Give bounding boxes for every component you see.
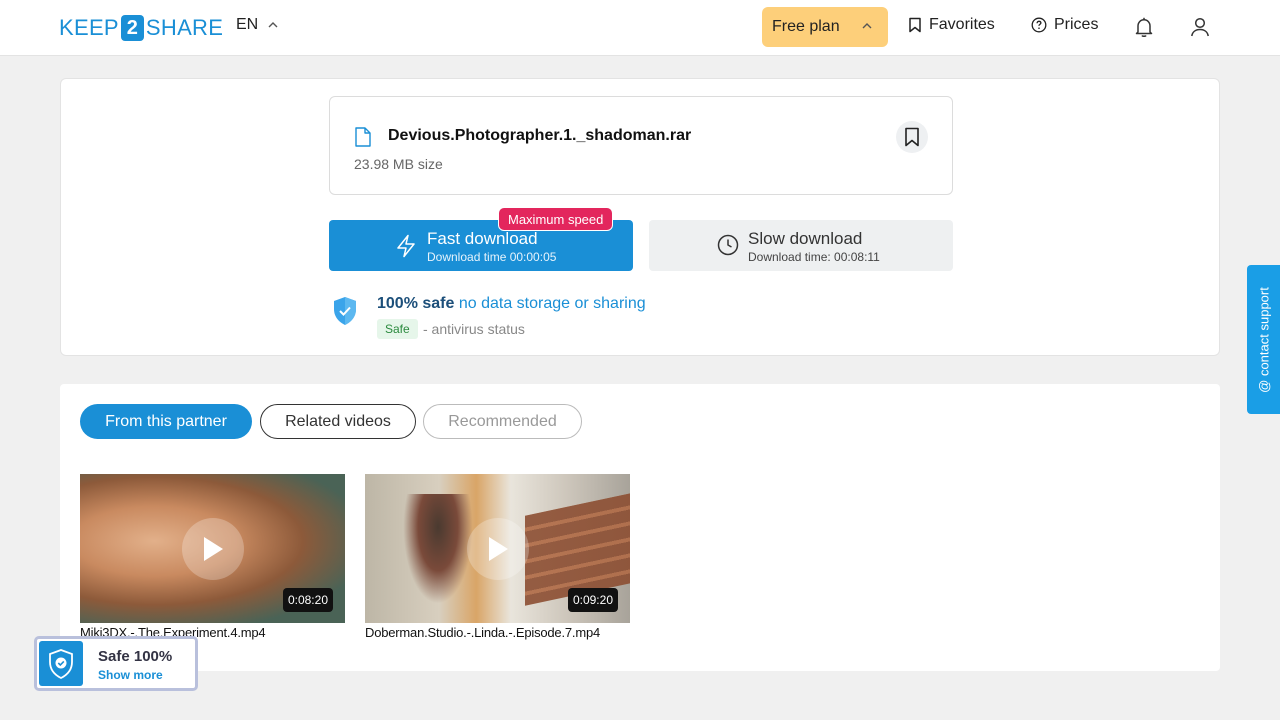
contact-support-label: @ contact support bbox=[1256, 286, 1271, 393]
video-thumbnail[interactable]: 0:08:20 bbox=[80, 474, 345, 623]
user-icon[interactable] bbox=[1188, 15, 1212, 39]
prices-link[interactable]: Prices bbox=[1031, 16, 1098, 34]
video-thumbnail[interactable]: 0:09:20 bbox=[365, 474, 630, 623]
tab-related-videos[interactable]: Related videos bbox=[260, 404, 416, 439]
language-label: EN bbox=[236, 16, 259, 33]
shield-check-icon bbox=[39, 641, 83, 686]
slow-download-time: Download time: 00:08:11 bbox=[748, 250, 880, 264]
chevron-up-icon bbox=[268, 22, 278, 28]
bell-icon[interactable] bbox=[1132, 15, 1156, 39]
file-size-value: 23.98 MB bbox=[354, 156, 414, 172]
file-name: Devious.Photographer.1._shadoman.rar bbox=[388, 127, 692, 144]
clock-icon bbox=[717, 234, 739, 256]
file-size-suffix: size bbox=[417, 156, 443, 172]
maximum-speed-badge: Maximum speed bbox=[498, 207, 614, 231]
favorites-link[interactable]: Favorites bbox=[908, 16, 995, 34]
shield-check-icon bbox=[334, 297, 356, 325]
file-size: 23.98 MB size bbox=[354, 156, 443, 172]
safe-widget-title: Safe 100% bbox=[98, 648, 173, 665]
contact-support-tab[interactable]: @ contact support bbox=[1247, 265, 1280, 414]
file-download-card: Devious.Photographer.1._shadoman.rar 23.… bbox=[60, 78, 1220, 356]
bookmark-icon bbox=[905, 127, 919, 147]
favorites-label: Favorites bbox=[929, 16, 995, 33]
logo-text-share: SHARE bbox=[145, 15, 224, 40]
safety-statement: 100% safe no data storage or sharing bbox=[377, 295, 646, 313]
prices-label: Prices bbox=[1054, 16, 1099, 33]
play-icon[interactable] bbox=[467, 518, 529, 580]
language-selector[interactable]: EN bbox=[236, 16, 278, 34]
fast-download-label: Fast download bbox=[427, 229, 538, 248]
top-header: KEEP 2 SHARE EN Free plan Favorites Prices bbox=[0, 0, 1280, 56]
tab-recommended[interactable]: Recommended bbox=[423, 404, 582, 439]
logo[interactable]: KEEP 2 SHARE bbox=[59, 14, 223, 42]
thumbnail-figure bbox=[403, 494, 473, 604]
play-icon[interactable] bbox=[182, 518, 244, 580]
tab-from-this-partner[interactable]: From this partner bbox=[80, 404, 252, 439]
safety-text: no data storage or sharing bbox=[458, 295, 646, 312]
chevron-up-icon bbox=[862, 23, 872, 29]
plan-button[interactable]: Free plan bbox=[762, 7, 888, 47]
plan-label: Free plan bbox=[772, 18, 840, 35]
videos-section: From this partner Related videos Recomme… bbox=[60, 384, 1220, 671]
slow-download-label: Slow download bbox=[748, 229, 863, 248]
safety-bold: 100% safe bbox=[377, 295, 455, 312]
fast-download-time: Download time 00:00:05 bbox=[427, 250, 557, 264]
video-card[interactable]: 0:08:20 Miki3DX.-.The.Experiment.4.mp4 bbox=[80, 474, 345, 640]
file-icon bbox=[355, 127, 371, 147]
file-info-box: Devious.Photographer.1._shadoman.rar 23.… bbox=[329, 96, 953, 195]
show-more-link[interactable]: Show more bbox=[98, 668, 163, 682]
help-circle-icon bbox=[1031, 17, 1047, 33]
video-title[interactable]: Doberman.Studio.-.Linda.-.Episode.7.mp4 bbox=[365, 625, 630, 640]
add-to-favorites-button[interactable] bbox=[896, 121, 928, 153]
logo-badge: 2 bbox=[120, 15, 144, 41]
antivirus-status-label: - antivirus status bbox=[423, 321, 525, 337]
video-card[interactable]: 0:09:20 Doberman.Studio.-.Linda.-.Episod… bbox=[365, 474, 630, 640]
lightning-icon bbox=[397, 234, 415, 258]
slow-download-button[interactable]: Slow download Download time: 00:08:11 bbox=[649, 220, 953, 271]
video-duration: 0:09:20 bbox=[567, 588, 618, 612]
logo-text-keep: KEEP bbox=[59, 15, 119, 40]
bookmark-icon bbox=[909, 17, 921, 33]
video-duration: 0:08:20 bbox=[282, 588, 333, 612]
safe-badge-widget[interactable]: Safe 100% Show more bbox=[34, 636, 198, 691]
safe-status-tag: Safe bbox=[377, 319, 418, 339]
